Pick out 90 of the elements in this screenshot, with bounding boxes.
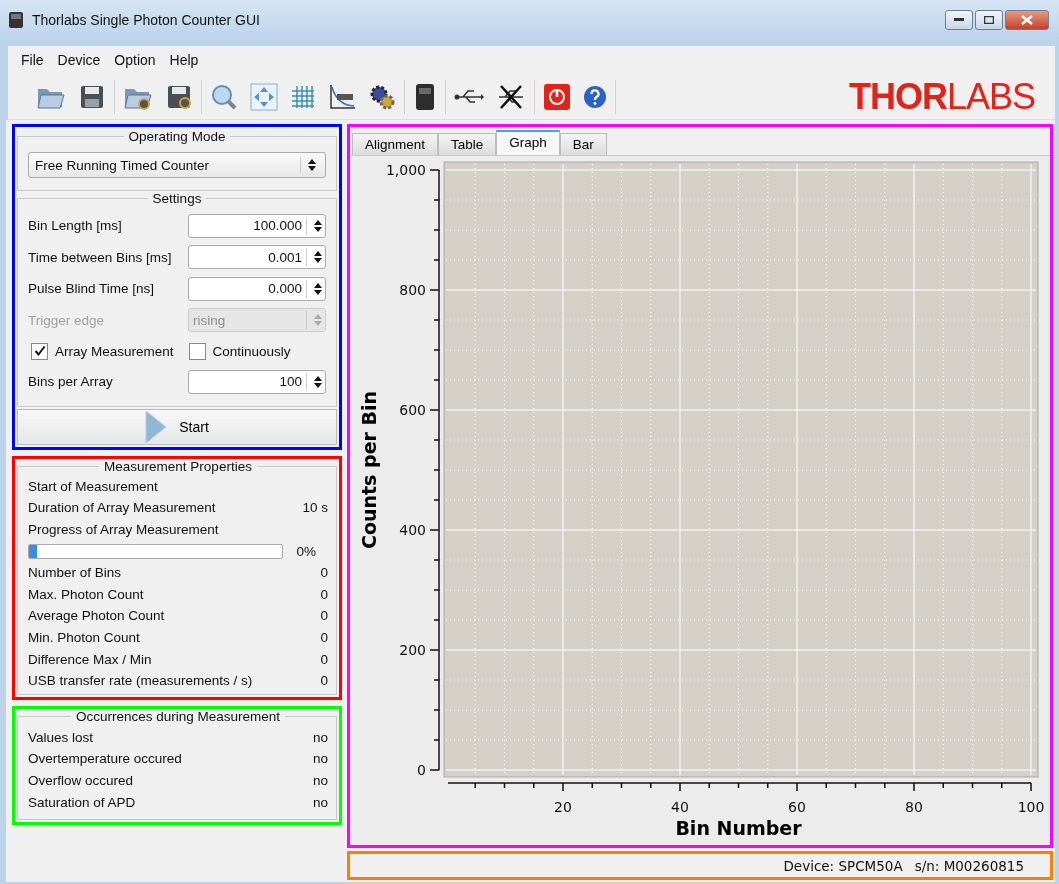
maximize-icon (984, 16, 994, 24)
property-value: no (312, 772, 328, 788)
close-icon (1021, 15, 1033, 25)
menu-item[interactable]: File (16, 50, 49, 70)
close-button[interactable] (1005, 10, 1049, 30)
property-label: Start of Measurement (28, 478, 158, 494)
tab[interactable]: Graph (496, 130, 560, 155)
menu-item[interactable]: Device (52, 50, 106, 70)
spin-box[interactable]: 0.001 (188, 245, 326, 270)
property-value: 0 (320, 586, 328, 602)
minimize-icon (954, 18, 964, 22)
checkbox[interactable]: Array Measurement (28, 342, 174, 360)
y-axis-label: Counts per Bin (358, 390, 380, 550)
search-icon[interactable] (210, 82, 238, 111)
checkbox-box[interactable] (31, 342, 48, 360)
y-tick-label: 600 (399, 402, 426, 418)
group-title: Occurrences during Measurement (74, 709, 282, 725)
property-label: USB transfer rate (measurements / s) (28, 673, 253, 689)
property-value: no (312, 729, 328, 745)
field-label: Trigger edge (28, 312, 105, 328)
property-label: Max. Photon Count (28, 586, 144, 602)
y-tick-label: 400 (399, 522, 426, 538)
checkbox-box[interactable] (188, 342, 206, 360)
checkbox[interactable]: Continuously (185, 342, 291, 360)
field-label: Time between Bins [ms] (28, 249, 172, 265)
property-label: Values lost (28, 729, 94, 745)
up-down-arrows-icon (306, 279, 325, 298)
tab[interactable]: Bar (559, 133, 607, 155)
up-down-arrows-icon (306, 372, 325, 391)
menu-item[interactable]: Help (164, 50, 204, 70)
grid-icon[interactable] (290, 83, 316, 110)
property-value: 0 (320, 651, 328, 667)
device-icon (8, 11, 24, 29)
property-value: 0 (320, 673, 328, 689)
spin-box[interactable]: 100 (188, 369, 326, 394)
property-label: Difference Max / Min (28, 651, 152, 667)
tab[interactable]: Alignment (352, 133, 439, 155)
field-label: Bin Length [ms] (28, 218, 122, 234)
property-value: 0 (320, 629, 328, 645)
start-button[interactable]: Start (17, 408, 337, 445)
help-icon[interactable] (583, 84, 607, 109)
property-label: Overflow occured (28, 772, 134, 788)
property-label: Average Photon Count (28, 608, 165, 624)
window-title: Thorlabs Single Photon Counter GUI (32, 12, 260, 28)
group-title: Settings (151, 191, 203, 206)
property-label: Overtemperature occured (28, 751, 182, 767)
status-text: s/n: M00260815 (914, 857, 1024, 874)
logo: THORLABS (848, 78, 1035, 115)
x-tick-label: 40 (671, 799, 689, 815)
x-tick-label: 20 (554, 799, 572, 815)
clear-plot-icon[interactable] (328, 82, 356, 111)
play-icon (145, 409, 168, 444)
property-label: Min. Photon Count (28, 629, 140, 645)
maximize-button[interactable] (975, 10, 1003, 30)
y-tick-label: 0 (417, 762, 426, 778)
property-value: 0 (320, 565, 328, 581)
up-down-arrows-icon (300, 157, 319, 173)
mode-dropdown[interactable]: Free Running Timed Counter (28, 152, 326, 178)
expand-arrows-icon[interactable] (250, 82, 278, 111)
property-label: Duration of Array Measurement (28, 500, 216, 516)
y-tick-label: 200 (399, 642, 426, 658)
y-tick-label: 800 (399, 282, 426, 298)
menu-item[interactable]: Option (109, 50, 161, 70)
up-down-arrows-icon (306, 311, 325, 330)
x-tick-label: 100 (1017, 799, 1045, 815)
field-label: Pulse Blind Time [ns] (28, 281, 155, 297)
minimize-button[interactable] (945, 10, 973, 30)
property-value: no (312, 794, 328, 810)
tab[interactable]: Table (438, 133, 497, 155)
up-down-arrows-icon (306, 216, 325, 235)
group-title: Operating Mode (127, 129, 227, 144)
y-tick-label: 1,000 (385, 162, 426, 178)
property-value: 10 s (302, 500, 328, 516)
property-label: Number of Bins (28, 565, 122, 581)
up-down-arrows-icon (306, 248, 325, 267)
spin-box[interactable]: 100.000 (188, 213, 326, 238)
progress-reading: 0% (296, 543, 316, 559)
status-text: Device: SPCM50A (783, 857, 903, 874)
field-label: Bins per Array (28, 374, 113, 390)
property-label: Saturation of APD (28, 794, 136, 810)
property-label: Progress of Array Measurement (28, 522, 219, 537)
spin-box[interactable]: 0.000 (188, 276, 326, 301)
x-axis-label: Bin Number (675, 817, 802, 839)
property-value: no (312, 751, 328, 767)
power-icon[interactable] (543, 82, 571, 111)
x-tick-label: 80 (905, 799, 923, 815)
x-tick-label: 60 (788, 799, 806, 815)
device-icon[interactable] (413, 81, 437, 112)
group-title: Measurement Properties (103, 458, 253, 474)
property-value: 0 (320, 608, 328, 624)
